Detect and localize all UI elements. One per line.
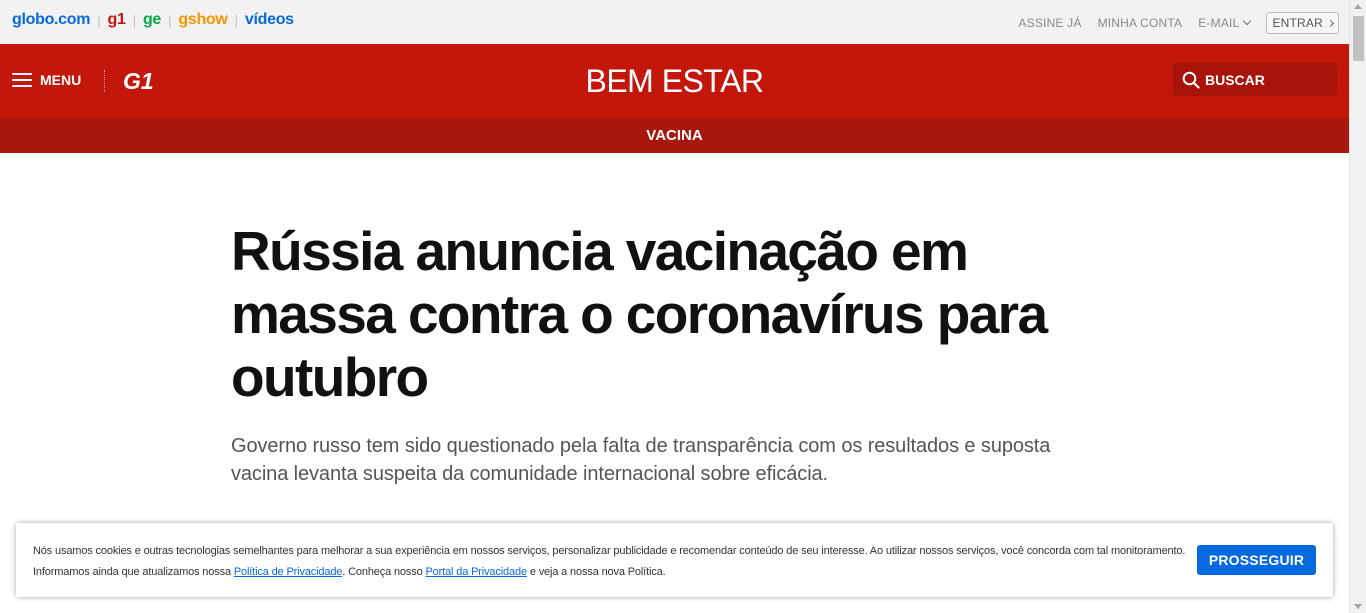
globo-top-bar: globo.com | g1 | ge | gshow | vídeos ASS… [0, 0, 1349, 44]
email-label: E-MAIL [1198, 16, 1240, 30]
sub-header: VACINA [0, 118, 1349, 153]
search-label: BUSCAR [1205, 71, 1265, 88]
search-button[interactable]: BUSCAR [1173, 63, 1337, 96]
scroll-thumb[interactable] [1353, 16, 1364, 61]
cookie-text-part: e veja a nossa nova Política. [526, 566, 666, 578]
my-account-link[interactable]: MINHA CONTA [1098, 16, 1183, 30]
separator: | [132, 12, 137, 28]
article-subtitle: Governo russo tem sido questionado pela … [231, 435, 1051, 485]
link-g1[interactable]: g1 [108, 11, 126, 29]
chevron-down-icon [1243, 16, 1252, 26]
link-ge[interactable]: ge [143, 11, 161, 29]
separator: | [97, 12, 101, 28]
chevron-right-icon [1326, 19, 1335, 27]
scroll-down-arrow-icon[interactable] [1354, 604, 1362, 609]
privacy-portal-link[interactable]: Portal da Privacidade [426, 566, 528, 578]
cookie-text: Nós usamos cookies e outras tecnologias … [33, 541, 1193, 583]
brand-links: globo.com | g1 | ge | gshow | vídeos [12, 11, 294, 29]
cookie-banner: Nós usamos cookies e outras tecnologias … [16, 523, 1333, 597]
proceed-button[interactable]: PROSSEGUIR [1197, 545, 1316, 575]
section-title[interactable]: BEM ESTAR [0, 63, 1349, 100]
separator: | [168, 12, 172, 28]
privacy-policy-link[interactable]: Política de Privacidade [234, 566, 343, 578]
article-headline: Rússia anuncia vacinação em massa contra… [231, 220, 1048, 408]
search-icon [1182, 71, 1200, 89]
link-globo[interactable]: globo.com [12, 11, 90, 29]
email-dropdown[interactable]: E-MAIL [1198, 16, 1252, 30]
login-button[interactable]: ENTRAR [1266, 12, 1339, 34]
vertical-scrollbar[interactable] [1349, 0, 1366, 613]
link-videos[interactable]: vídeos [245, 11, 294, 29]
subsection-link-vacina[interactable]: VACINA [646, 127, 702, 144]
separator: | [234, 12, 239, 28]
account-links: ASSINE JÁ MINHA CONTA E-MAIL ENTRAR [1002, 12, 1339, 34]
subscribe-link[interactable]: ASSINE JÁ [1018, 16, 1081, 30]
cookie-text-part: . Conheça nosso [342, 566, 426, 578]
scroll-up-arrow-icon[interactable] [1354, 4, 1362, 9]
login-label: ENTRAR [1272, 16, 1323, 30]
link-gshow[interactable]: gshow [178, 11, 227, 29]
site-header: MENU G1 BEM ESTAR BUSCAR [0, 44, 1349, 118]
